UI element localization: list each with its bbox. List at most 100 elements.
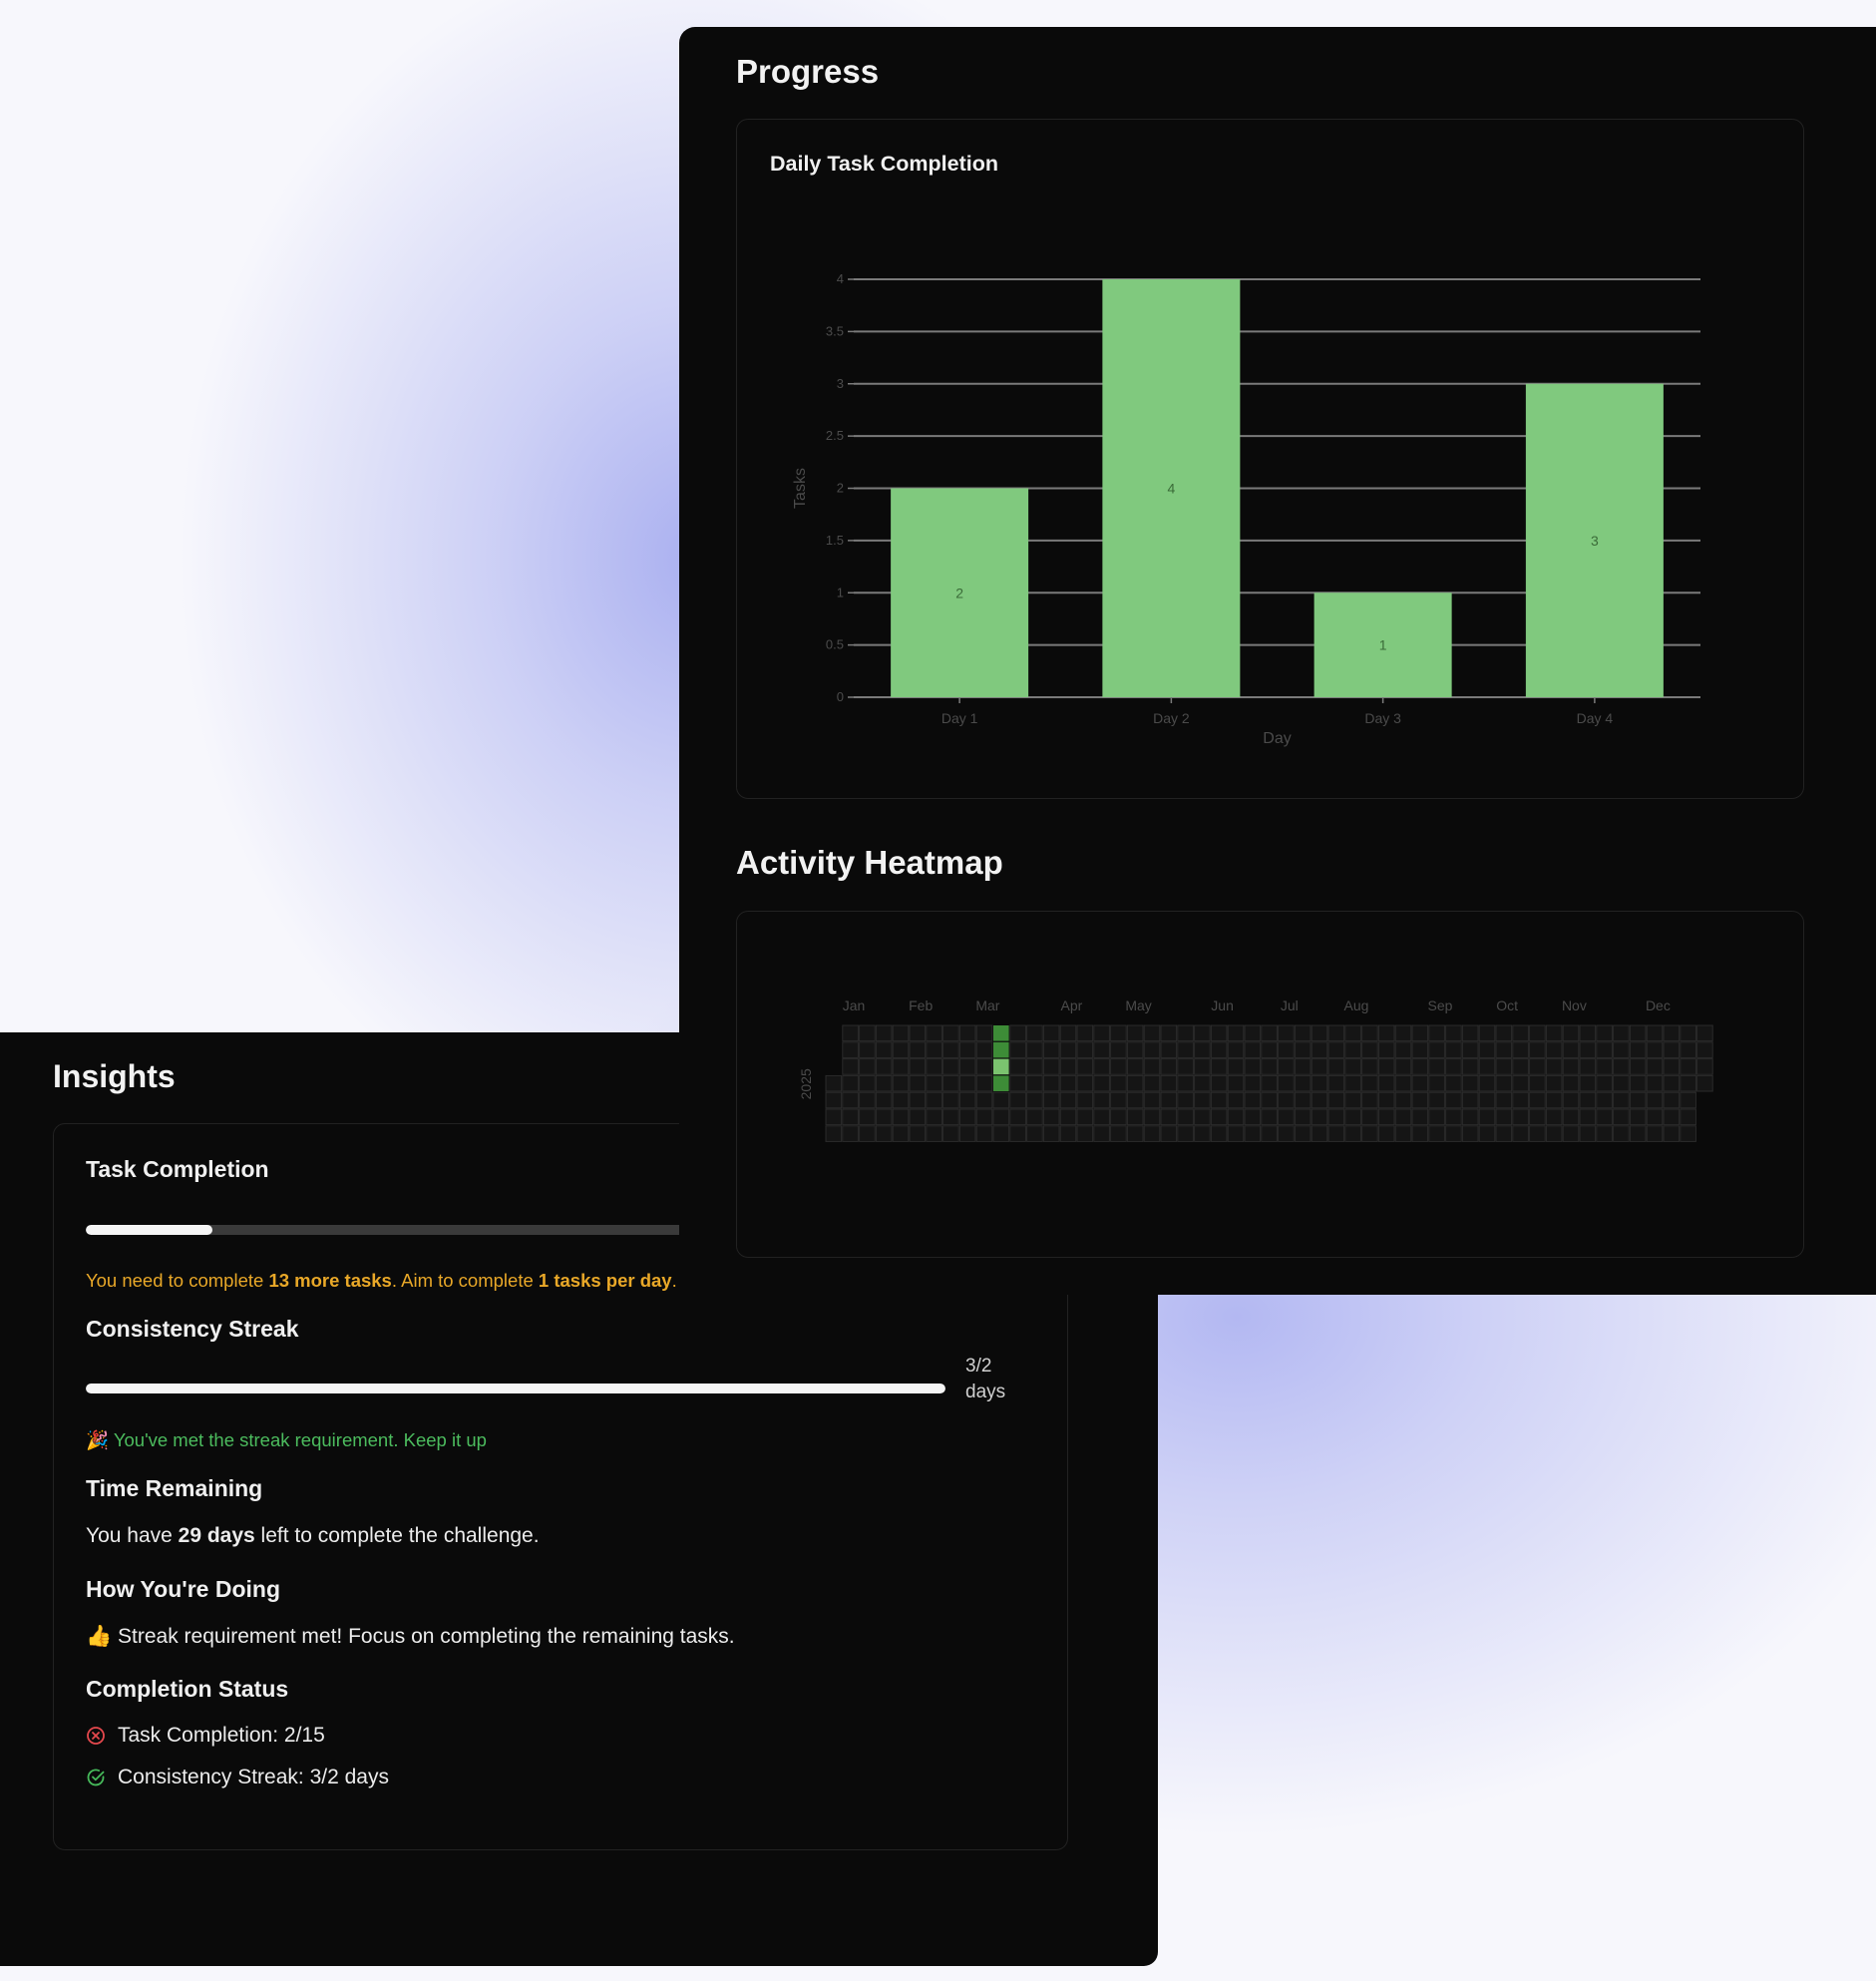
check-circle-icon [87, 1769, 105, 1786]
heatmap-cell [975, 1108, 993, 1126]
heatmap-cell [1495, 1125, 1513, 1142]
heatmap-cell [1680, 1058, 1696, 1075]
streak-unit: days [965, 1382, 1006, 1402]
heatmap-cell [1344, 1058, 1361, 1075]
heatmap-cell [875, 1058, 893, 1075]
month-label: May [1125, 997, 1151, 1013]
heatmap-cell [1194, 1091, 1211, 1109]
heatmap-cell [958, 1091, 976, 1109]
x-tick-label: Day 2 [1153, 710, 1190, 726]
heatmap-cell [1210, 1091, 1228, 1109]
heatmap-cell [1194, 1108, 1211, 1126]
heatmap-cell [1026, 1074, 1043, 1092]
month-label: Jul [1281, 997, 1299, 1013]
completion-status-heading: Completion Status [86, 1676, 289, 1702]
heatmap-cell [1478, 1074, 1496, 1092]
heatmap-cell [1613, 1074, 1630, 1092]
heatmap-cell [1445, 1108, 1462, 1126]
heatmap-cell [1629, 1041, 1647, 1058]
heatmap-cell [1194, 1058, 1211, 1075]
heatmap-cell [892, 1108, 910, 1126]
heatmap-cell [1026, 1091, 1043, 1109]
heatmap-cell [1160, 1024, 1178, 1042]
heatmap-cell [1495, 1108, 1513, 1126]
heatmap-cell [1461, 1058, 1479, 1075]
heatmap-cell [993, 1025, 1009, 1041]
text-part: left to complete the challenge. [254, 1524, 540, 1547]
heatmap-cell [1495, 1091, 1513, 1109]
heatmap-cell [1646, 1074, 1664, 1092]
heatmap-cell [1160, 1125, 1178, 1142]
heatmap-cell [1227, 1041, 1245, 1058]
heatmap-cell [1663, 1041, 1681, 1058]
thumbs-up-icon: 👍 [86, 1625, 113, 1648]
heatmap-cell [1210, 1024, 1228, 1042]
heatmap-cell [1126, 1074, 1144, 1092]
heatmap-cell [1428, 1041, 1445, 1058]
heatmap-cell [875, 1108, 893, 1126]
heatmap-cell [1394, 1108, 1412, 1126]
y-tick-label: 2.5 [826, 428, 844, 443]
heatmap-cell [1512, 1041, 1529, 1058]
heatmap-cell [1529, 1108, 1546, 1126]
heatmap-cell [926, 1091, 942, 1109]
heatmap-cell [859, 1125, 876, 1142]
heatmap-cell [1646, 1058, 1664, 1075]
heatmap-cell [1344, 1091, 1361, 1109]
heatmap-cell [1227, 1108, 1245, 1126]
heatmap-cell [892, 1041, 910, 1058]
heatmap-cell [1059, 1058, 1077, 1075]
heatmap-cell [1059, 1125, 1077, 1142]
heatmap-cell [1177, 1108, 1194, 1126]
heatmap-cell [1579, 1058, 1597, 1075]
heatmap-cell [1093, 1108, 1110, 1126]
heatmap-cell [1042, 1058, 1060, 1075]
heatmap-cell [1680, 1074, 1696, 1092]
heatmap-cell [1545, 1058, 1563, 1075]
heatmap-cell [1478, 1091, 1496, 1109]
heatmap-cell [1210, 1108, 1228, 1126]
heatmap-cell [892, 1125, 910, 1142]
heatmap-cell [1512, 1091, 1529, 1109]
heatmap-cell [1377, 1108, 1395, 1126]
heatmap-cell [1663, 1074, 1681, 1092]
status-item-consistency-streak: Consistency Streak: 3/2 days [86, 1766, 389, 1789]
heatmap-cell [1545, 1074, 1563, 1092]
heatmap-cell [993, 1075, 1009, 1091]
heatmap-cell [1613, 1024, 1630, 1042]
bar-value-label: 2 [955, 585, 963, 600]
heatmap-cell [1529, 1024, 1546, 1042]
heatmap-card: Jan Feb Mar Apr May Jun Jul Aug Sep Oct Nov Dec 2025 [736, 911, 1804, 1258]
note-part: . [671, 1270, 677, 1291]
note-part: . Aim to complete [391, 1270, 539, 1291]
heatmap-cell [1512, 1074, 1529, 1092]
heatmap-cell [1478, 1108, 1496, 1126]
heatmap-cell [1344, 1125, 1361, 1142]
heatmap-cell [1512, 1058, 1529, 1075]
heatmap-title: Activity Heatmap [736, 844, 1003, 881]
heatmap-cell [1394, 1091, 1412, 1109]
heatmap-cell [1059, 1041, 1077, 1058]
heatmap-cell [1278, 1024, 1295, 1042]
heatmap-cell [1093, 1024, 1110, 1042]
heatmap-cell [1579, 1108, 1597, 1126]
streak-message-text: You've met the streak requirement. Keep … [113, 1429, 487, 1450]
heatmap-cell [942, 1125, 959, 1142]
heatmap-cell [992, 1125, 1010, 1142]
heatmap-cell [875, 1041, 893, 1058]
heatmap-cell [1377, 1125, 1395, 1142]
heatmap-cell [1026, 1041, 1043, 1058]
y-tick-label: 0 [837, 689, 844, 704]
time-remaining-text: You have 29 days left to complete the ch… [86, 1524, 540, 1548]
heatmap-cell [1311, 1058, 1328, 1075]
heatmap-cell [842, 1091, 859, 1109]
heatmap-cell [1629, 1091, 1647, 1109]
heatmap-cell [1059, 1091, 1077, 1109]
heatmap-cell [1445, 1041, 1462, 1058]
heatmap-cell [1495, 1058, 1513, 1075]
heatmap-cell [1461, 1074, 1479, 1092]
month-label: Oct [1496, 997, 1518, 1013]
heatmap-cell [958, 1058, 976, 1075]
heatmap-cell [859, 1108, 876, 1126]
heatmap-cell [1261, 1125, 1278, 1142]
